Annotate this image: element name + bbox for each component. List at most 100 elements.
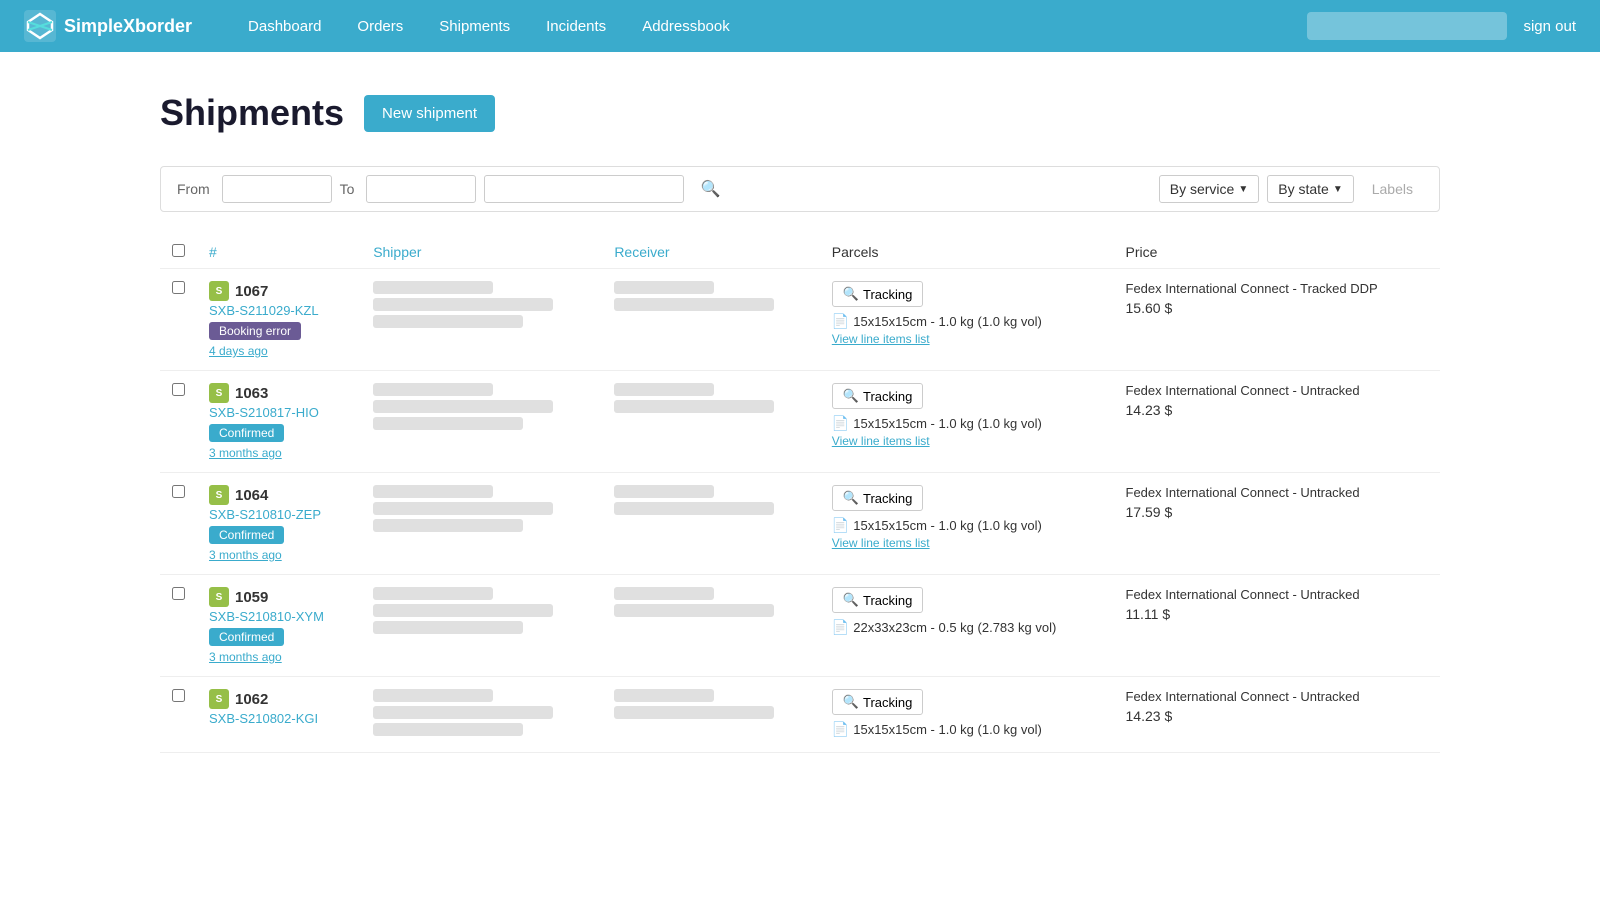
row-checkbox-cell xyxy=(160,473,197,575)
shipment-number: 1062 xyxy=(235,691,268,708)
parcels-cell: 🔍 Tracking 📄 15x15x15cm - 1.0 kg (1.0 kg… xyxy=(820,371,1114,473)
shipper-info xyxy=(373,281,590,328)
shopify-icon: S xyxy=(209,281,229,301)
row-checkbox[interactable] xyxy=(172,383,185,396)
tracking-button[interactable]: 🔍 Tracking xyxy=(832,281,924,307)
sign-out-button[interactable]: sign out xyxy=(1523,18,1576,35)
col-price: Price xyxy=(1114,236,1440,269)
tracking-label: Tracking xyxy=(863,389,912,404)
shipment-ref[interactable]: SXB-S210810-XYM xyxy=(209,609,349,624)
shipment-number: 1059 xyxy=(235,589,268,606)
tracking-button[interactable]: 🔍 Tracking xyxy=(832,587,924,613)
price-amount: 14.23 $ xyxy=(1126,402,1428,418)
view-items-link[interactable]: View line items list xyxy=(832,434,1102,448)
parcel-dims: 22x33x23cm - 0.5 kg (2.783 kg vol) xyxy=(853,620,1056,635)
parcel-info: 📄 15x15x15cm - 1.0 kg (1.0 kg vol) xyxy=(832,721,1102,738)
tracking-button[interactable]: 🔍 Tracking xyxy=(832,485,924,511)
by-state-dropdown[interactable]: By state ▼ xyxy=(1267,175,1354,203)
search-icon: 🔍 xyxy=(843,388,859,404)
tracking-label: Tracking xyxy=(863,491,912,506)
price-cell: Fedex International Connect - Untracked … xyxy=(1114,677,1440,753)
shipment-id: S 1067 xyxy=(209,281,349,301)
shipment-id: S 1063 xyxy=(209,383,349,403)
nav-shipments[interactable]: Shipments xyxy=(423,10,526,43)
search-icon: 🔍 xyxy=(843,694,859,710)
shipment-time[interactable]: 4 days ago xyxy=(209,344,349,358)
status-badge: Confirmed xyxy=(209,424,284,442)
labels-button[interactable]: Labels xyxy=(1362,176,1423,202)
main-content: Shipments New shipment From To 🔍 By serv… xyxy=(0,52,1600,900)
table-header: # Shipper Receiver Parcels Price xyxy=(160,236,1440,269)
parcel-dims: 15x15x15cm - 1.0 kg (1.0 kg vol) xyxy=(853,518,1042,533)
shipment-ref[interactable]: SXB-S210817-HIO xyxy=(209,405,349,420)
shipment-ref[interactable]: SXB-S210810-ZEP xyxy=(209,507,349,522)
parcel-icon: 📄 xyxy=(832,415,849,432)
select-all-checkbox[interactable] xyxy=(172,244,185,257)
logo: SimpleXborder xyxy=(24,10,192,42)
status-badge: Booking error xyxy=(209,322,301,340)
search-input[interactable] xyxy=(484,175,684,203)
price-amount: 15.60 $ xyxy=(1126,300,1428,316)
shipments-table: # Shipper Receiver Parcels Price S 1067 … xyxy=(160,236,1440,753)
row-checkbox[interactable] xyxy=(172,281,185,294)
shipment-time[interactable]: 3 months ago xyxy=(209,446,349,460)
view-items-link[interactable]: View line items list xyxy=(832,536,1102,550)
price-cell: Fedex International Connect - Untracked … xyxy=(1114,371,1440,473)
row-checkbox[interactable] xyxy=(172,485,185,498)
nav-dashboard[interactable]: Dashboard xyxy=(232,10,337,43)
shipment-id: S 1064 xyxy=(209,485,349,505)
tracking-button[interactable]: 🔍 Tracking xyxy=(832,383,924,409)
receiver-info xyxy=(614,485,807,515)
from-input[interactable] xyxy=(222,175,332,203)
nav-addressbook[interactable]: Addressbook xyxy=(626,10,746,43)
to-input[interactable] xyxy=(366,175,476,203)
shipment-ref[interactable]: SXB-S210802-KGI xyxy=(209,711,349,726)
row-id-cell: S 1059 SXB-S210810-XYM Confirmed 3 month… xyxy=(197,575,361,677)
shipper-info xyxy=(373,689,590,736)
shipment-time[interactable]: 3 months ago xyxy=(209,548,349,562)
row-checkbox-cell xyxy=(160,575,197,677)
nav-incidents[interactable]: Incidents xyxy=(530,10,622,43)
row-id-cell: S 1062 SXB-S210802-KGI xyxy=(197,677,361,753)
tracking-label: Tracking xyxy=(863,695,912,710)
nav-orders[interactable]: Orders xyxy=(341,10,419,43)
parcel-info: 📄 15x15x15cm - 1.0 kg (1.0 kg vol) xyxy=(832,517,1102,534)
main-nav: Dashboard Orders Shipments Incidents Add… xyxy=(232,10,1307,43)
receiver-cell xyxy=(602,677,819,753)
status-badge: Confirmed xyxy=(209,628,284,646)
shipper-cell xyxy=(361,473,602,575)
user-info xyxy=(1307,12,1507,40)
parcel-icon: 📄 xyxy=(832,517,849,534)
table-row: S 1064 SXB-S210810-ZEP Confirmed 3 month… xyxy=(160,473,1440,575)
by-service-dropdown[interactable]: By service ▼ xyxy=(1159,175,1259,203)
row-checkbox[interactable] xyxy=(172,689,185,702)
shipment-id: S 1062 xyxy=(209,689,349,709)
new-shipment-button[interactable]: New shipment xyxy=(364,95,495,132)
search-icon: 🔍 xyxy=(843,490,859,506)
shipper-info xyxy=(373,587,590,634)
price-cell: Fedex International Connect - Untracked … xyxy=(1114,473,1440,575)
row-checkbox[interactable] xyxy=(172,587,185,600)
col-parcels: Parcels xyxy=(820,236,1114,269)
price-service: Fedex International Connect - Untracked xyxy=(1126,689,1428,704)
status-badge: Confirmed xyxy=(209,526,284,544)
parcel-dims: 15x15x15cm - 1.0 kg (1.0 kg vol) xyxy=(853,314,1042,329)
view-items-link[interactable]: View line items list xyxy=(832,332,1102,346)
search-icon: 🔍 xyxy=(843,592,859,608)
shipper-cell xyxy=(361,371,602,473)
tracking-button[interactable]: 🔍 Tracking xyxy=(832,689,924,715)
row-checkbox-cell xyxy=(160,371,197,473)
shipment-time[interactable]: 3 months ago xyxy=(209,650,349,664)
parcels-cell: 🔍 Tracking 📄 15x15x15cm - 1.0 kg (1.0 kg… xyxy=(820,269,1114,371)
parcels-cell: 🔍 Tracking 📄 15x15x15cm - 1.0 kg (1.0 kg… xyxy=(820,473,1114,575)
tracking-label: Tracking xyxy=(863,593,912,608)
parcel-info: 📄 22x33x23cm - 0.5 kg (2.783 kg vol) xyxy=(832,619,1102,636)
search-button[interactable]: 🔍 xyxy=(692,175,728,203)
shipment-ref[interactable]: SXB-S211029-KZL xyxy=(209,303,349,318)
receiver-info xyxy=(614,281,807,311)
receiver-info xyxy=(614,689,807,719)
price-amount: 11.11 $ xyxy=(1126,606,1428,622)
to-label: To xyxy=(340,181,355,197)
chevron-down-icon: ▼ xyxy=(1238,184,1248,195)
col-id: # xyxy=(197,236,361,269)
